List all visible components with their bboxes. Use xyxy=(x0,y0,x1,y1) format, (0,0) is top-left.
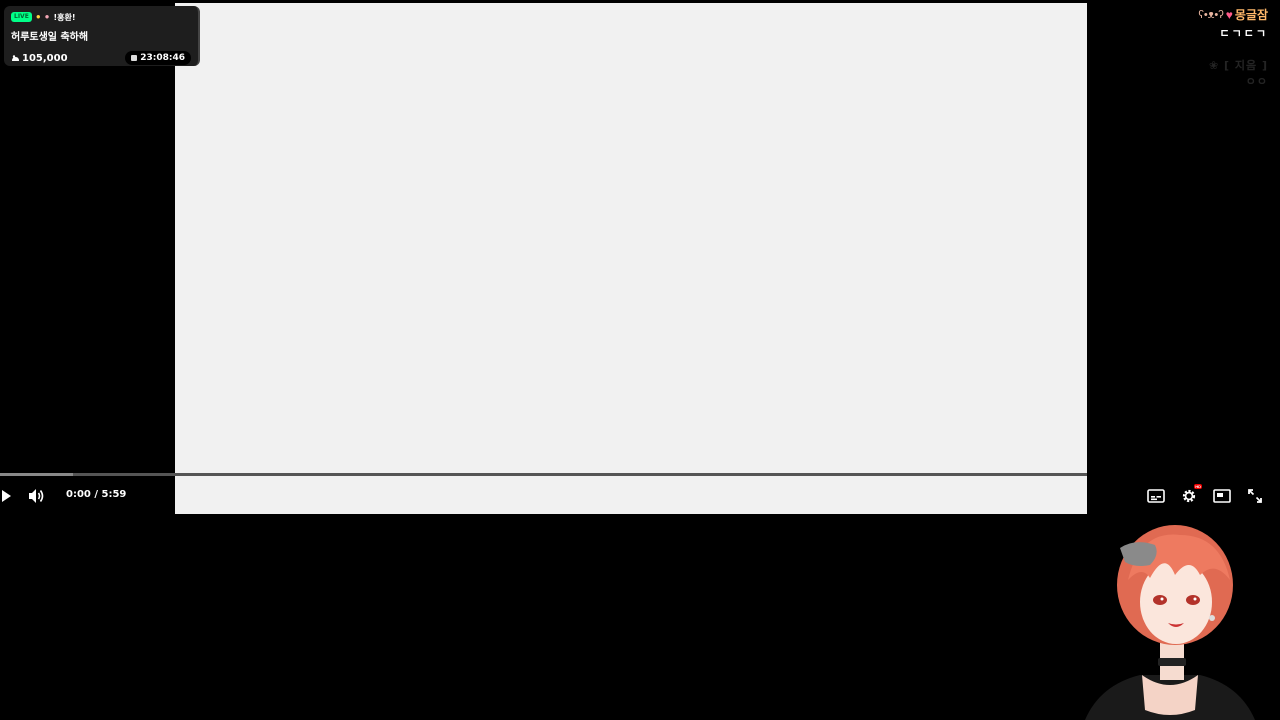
chat-username: 몽글잠 xyxy=(1234,8,1268,22)
chat-user-row: ʕ•ᴥ•ʔ ♥ 몽글잠 xyxy=(1198,6,1268,23)
chat-faded-line: ❀ [ 지음 ] xyxy=(1208,59,1268,72)
live-badge: LIVE xyxy=(11,12,32,22)
uptime-value: 23:08:46 xyxy=(140,53,185,63)
settings-button[interactable]: HD xyxy=(1179,484,1202,506)
gear-icon xyxy=(1182,489,1196,503)
bear-icon: ● xyxy=(44,12,50,21)
badge-row: LIVE ● ● !홍환! xyxy=(11,11,191,23)
volume-button[interactable] xyxy=(28,487,46,505)
captions-icon xyxy=(1147,489,1165,503)
clock-icon xyxy=(131,55,138,61)
fullscreen-button[interactable] xyxy=(1246,487,1264,505)
stream-info-card: LIVE ● ● !홍환! 허루토생일 축하해 105,000 23:08:46 xyxy=(4,6,200,66)
miniplayer-button[interactable] xyxy=(1212,487,1232,505)
hd-badge: HD xyxy=(1194,484,1202,489)
chick-icon: ● xyxy=(35,12,41,21)
viewer-count-value: 105,000 xyxy=(22,52,68,64)
vtuber-avatar xyxy=(1085,525,1255,720)
stream-title: 허루토생일 축하해 xyxy=(11,32,89,43)
viewer-icon xyxy=(12,54,19,61)
volume-icon xyxy=(29,489,44,503)
play-icon xyxy=(2,490,11,502)
chat-overlay: ʕ•ᴥ•ʔ ♥ 몽글잠 ㄷㄱㄷㄱ ❀ [ 지음 ] ㅇㅇ xyxy=(1198,6,1268,89)
chat-message: ㄷㄱㄷㄱ xyxy=(1219,27,1268,40)
miniplayer-icon xyxy=(1213,489,1231,503)
viewer-count: 105,000 xyxy=(11,53,68,64)
play-button[interactable] xyxy=(0,488,14,504)
uptime-timer: 23:08:46 xyxy=(125,51,191,65)
captions-button[interactable] xyxy=(1146,487,1166,505)
heart-icon: ♥ xyxy=(1225,7,1233,22)
bear-icon: ʕ•ᴥ•ʔ xyxy=(1198,8,1224,21)
progress-bar[interactable] xyxy=(0,473,1087,476)
progress-buffered xyxy=(0,473,73,476)
chat-faded-message: ❀ [ 지음 ] ㅇㅇ xyxy=(1198,57,1268,89)
video-frame[interactable] xyxy=(175,3,1087,514)
stream-tag: !홍환! xyxy=(53,12,76,22)
chat-faded-line: ㅇㅇ xyxy=(1245,75,1268,88)
time-display: 0:00 / 5:59 xyxy=(66,489,127,500)
fullscreen-icon xyxy=(1248,489,1262,503)
